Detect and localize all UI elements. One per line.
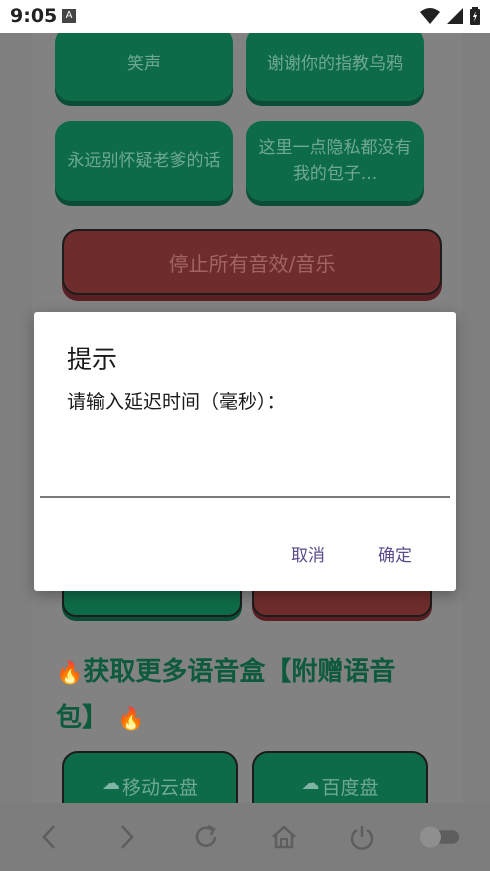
promo-title: 获取更多语音盒【附赠语音包】 [56, 657, 396, 733]
notification-icon: A [62, 9, 76, 23]
toggle-switch[interactable] [419, 815, 463, 859]
dialog-message: 请输入延迟时间（毫秒）： [67, 391, 286, 413]
refresh-icon[interactable] [184, 815, 228, 859]
confirm-button[interactable]: 确定 [378, 541, 412, 566]
battery-icon [470, 7, 480, 25]
forward-icon[interactable] [105, 815, 149, 859]
status-icons [420, 7, 480, 25]
cancel-button[interactable]: 取消 [291, 541, 325, 566]
promo-heading: 🔥获取更多语音盒【附赠语音包】 🔥 [56, 650, 436, 742]
baidu-pan-label: 百度盘 [321, 777, 379, 799]
cloud-icon: ☁ [101, 773, 120, 794]
mobile-cloud-label: 移动云盘 [121, 777, 198, 799]
stop-all-button[interactable]: 停止所有音效/音乐 [62, 229, 442, 295]
fire-icon: 🔥 [117, 707, 145, 732]
green-action-button[interactable] [62, 589, 242, 617]
delay-input[interactable] [40, 452, 450, 498]
home-icon[interactable] [262, 815, 306, 859]
status-bar: 9:05 A [0, 0, 490, 33]
power-icon[interactable] [340, 815, 384, 859]
sound-button-dad[interactable]: 永远别怀疑老爹的话 [55, 121, 233, 201]
cloud-icon: ☁ [301, 773, 320, 794]
dialog-title: 提示 [67, 345, 118, 374]
sound-button-thanks-crow[interactable]: 谢谢你的指教乌鸦 [246, 33, 424, 101]
bottom-nav [0, 803, 490, 871]
prompt-dialog: 提示 请输入延迟时间（毫秒）： 取消 确定 [34, 312, 456, 591]
baidu-pan-button[interactable]: ☁ 百度盘 [252, 751, 428, 803]
status-time: 9:05 [10, 5, 58, 27]
red-action-button[interactable] [252, 589, 432, 617]
sound-button-no-privacy[interactable]: 这里一点隐私都没有我的包子... [246, 121, 424, 201]
signal-icon [447, 8, 463, 24]
fire-icon: 🔥 [56, 661, 84, 686]
sound-button-laugh[interactable]: 笑声 [55, 33, 233, 101]
back-icon[interactable] [27, 815, 71, 859]
wifi-icon [420, 8, 440, 24]
mobile-cloud-button[interactable]: ☁ 移动云盘 [62, 751, 238, 803]
